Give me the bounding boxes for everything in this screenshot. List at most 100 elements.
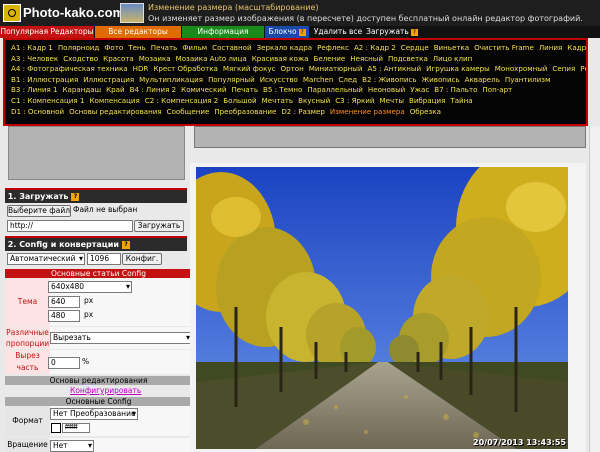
menu-item[interactable]: Монохромный (495, 64, 548, 73)
menu-item[interactable]: Преобразование (214, 107, 276, 116)
menu-item[interactable]: Мозаика (139, 54, 171, 63)
menu-item[interactable]: Популярный (208, 75, 255, 84)
menu-item[interactable]: Зеркало кадра (257, 43, 313, 52)
menu-item[interactable]: A3 : Человек (11, 54, 58, 63)
size-select[interactable]: 640x480 (48, 281, 132, 293)
menu-item[interactable]: HDR (133, 64, 149, 73)
camera-logo-icon[interactable] (3, 4, 21, 22)
menu-item[interactable]: Лицо клип (433, 54, 472, 63)
menu-item[interactable]: Вибрация (409, 96, 445, 105)
url-input[interactable]: http:// (7, 220, 133, 232)
configure-link[interactable]: Конфигурировать (70, 386, 141, 396)
menu-item[interactable]: Рефлекс (317, 43, 349, 52)
choose-file-button[interactable]: Выберите файл (7, 205, 71, 217)
menu-item[interactable]: Тайна (450, 96, 472, 105)
upload-button[interactable]: Загружать (134, 220, 184, 232)
menu-item[interactable]: Вкусный (298, 96, 330, 105)
menu-item[interactable]: Сходство (63, 54, 98, 63)
menu-item[interactable]: Беление (314, 54, 346, 63)
mode-select[interactable]: Автоматический (7, 253, 85, 265)
tab-popular[interactable]: Популярная Редакторы (0, 26, 94, 38)
menu-item[interactable]: Акварель (465, 75, 500, 84)
menu-item[interactable]: Основы редактирования (69, 107, 162, 116)
menu-item[interactable]: Фото (104, 43, 123, 52)
menu-item[interactable]: Ужас (410, 85, 429, 94)
menu-item[interactable]: Marchen (303, 75, 333, 84)
menu-item[interactable]: Печать (151, 43, 178, 52)
menu-item[interactable]: B5 : Темно (263, 85, 302, 94)
menu-item[interactable]: Подсветка (388, 54, 428, 63)
quality-input[interactable]: 1096 (87, 253, 121, 265)
menu-item[interactable]: A5 : Антикный (368, 64, 422, 73)
menu-item[interactable]: Фильм (182, 43, 207, 52)
menu-item[interactable]: Иллюстрация (83, 75, 134, 84)
menu-item[interactable]: C1 : Компенсация 1 (11, 96, 84, 105)
menu-item[interactable]: A4 : Фотографическая техника (11, 64, 128, 73)
menu-item[interactable]: B1 : Иллюстрация (11, 75, 78, 84)
site-title[interactable]: Photo-kako.com (23, 5, 124, 20)
menu-item[interactable]: Карандаш (63, 85, 102, 94)
help-icon[interactable]: ? (71, 192, 80, 201)
menu-item[interactable]: Игрушка камеры (426, 64, 490, 73)
menu-item[interactable]: Мечты (380, 96, 404, 105)
help-icon[interactable]: ? (121, 240, 130, 249)
menu-item[interactable]: Изменение размера (330, 107, 405, 116)
menu-item[interactable]: Линия (539, 43, 562, 52)
width-input[interactable]: 640 (48, 296, 80, 308)
menu-item[interactable]: Крест Обработка (153, 64, 217, 73)
menu-item[interactable]: B2 : Живопись (362, 75, 416, 84)
tab-info[interactable]: Информация (182, 26, 264, 38)
menu-item[interactable]: A2 : Кадр 2 (354, 43, 396, 52)
menu-item[interactable]: Поп-арт (482, 85, 512, 94)
photo-preview[interactable]: 20/07/2013 13:43:55 (196, 167, 568, 449)
menu-item[interactable]: След (338, 75, 357, 84)
menu-item[interactable]: Компенсация (89, 96, 139, 105)
tab-delete-all[interactable]: Удалить все? (312, 26, 364, 48)
menu-item[interactable]: Мягкий фокус (223, 64, 276, 73)
ratio-select[interactable]: Вырезать (50, 332, 192, 344)
menu-item[interactable]: Сообщение (167, 107, 210, 116)
menu-item[interactable]: Комический (181, 85, 226, 94)
menu-item[interactable]: Сердце (401, 43, 429, 52)
menu-item[interactable]: Мозаика Auto лица (176, 54, 247, 63)
menu-item[interactable]: B4 : Линия 2 (130, 85, 177, 94)
menu-item[interactable]: Живопись (422, 75, 460, 84)
rotation-select[interactable]: Нет (50, 440, 94, 452)
menu-item[interactable]: Красота (103, 54, 134, 63)
menu-item[interactable]: Печать (231, 85, 258, 94)
menu-item[interactable]: Пуантилизм (505, 75, 551, 84)
menu-item[interactable]: Параллельный (307, 85, 363, 94)
menu-item[interactable]: Виньетка (434, 43, 469, 52)
menu-item[interactable]: B3 : Линия 1 (11, 85, 58, 94)
format-select[interactable]: Нет Преобразование (50, 408, 138, 420)
menu-item[interactable]: D2 : Размер (281, 107, 325, 116)
height-input[interactable]: 480 (48, 310, 80, 322)
menu-item[interactable]: Миниатюрный (309, 64, 363, 73)
color-input[interactable]: ffffff (62, 423, 90, 433)
menu-item[interactable]: Край (106, 85, 125, 94)
menu-item[interactable]: A1 : Кадр 1 (11, 43, 53, 52)
menu-item[interactable]: B7 : Пальто (434, 85, 477, 94)
menu-item[interactable]: Ортон (281, 64, 304, 73)
menu-item[interactable]: Искусство (260, 75, 298, 84)
tab-blog[interactable]: Блокчо? (265, 26, 309, 38)
menu-item[interactable]: Неоновый (368, 85, 405, 94)
menu-item[interactable]: Очистить Frame (474, 43, 534, 52)
menu-item[interactable]: Составной (212, 43, 251, 52)
menu-item[interactable]: C3 : Яркий (335, 96, 374, 105)
color-swatch[interactable] (51, 423, 61, 433)
menu-item[interactable]: Ретро (580, 64, 586, 73)
config-button[interactable]: Конфиг. (122, 253, 162, 265)
tab-all-editors[interactable]: Все редакторы (95, 26, 181, 38)
tab-upload[interactable]: Загружать? (366, 26, 418, 38)
menu-item[interactable]: Неясный (350, 54, 383, 63)
menu-item[interactable]: Обрезка (410, 107, 441, 116)
menu-item[interactable]: D1 : Основной (11, 107, 64, 116)
page-scrollbar[interactable] (589, 126, 600, 452)
menu-item[interactable]: Полярноид (58, 43, 99, 52)
menu-item[interactable]: Кадр (567, 43, 586, 52)
menu-item[interactable]: C2 : Компенсация 2 (145, 96, 218, 105)
menu-item[interactable]: Большой (223, 96, 256, 105)
menu-item[interactable]: Сепия (552, 64, 575, 73)
menu-item[interactable]: Мечтать (262, 96, 293, 105)
